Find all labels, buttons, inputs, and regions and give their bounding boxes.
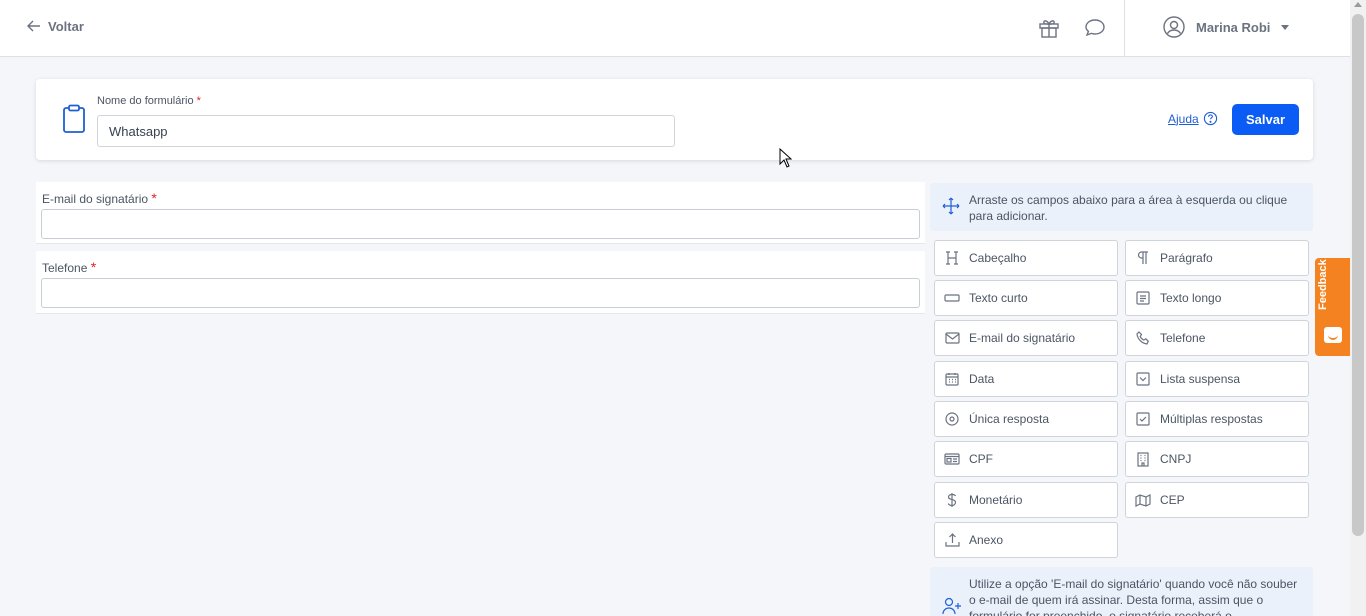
phone-icon (1126, 331, 1160, 345)
arrow-left-icon (27, 20, 40, 32)
form-name-label: Nome do formulário * (97, 95, 201, 107)
palette-item-long-text[interactable]: Texto longo (1125, 280, 1309, 316)
palette-item-signer-email[interactable]: E-mail do signatário (934, 320, 1118, 356)
required-marker: * (90, 259, 97, 275)
form-header-card: Nome do formulário * Ajuda Salvar (36, 79, 1313, 160)
back-button[interactable]: Voltar (26, 18, 84, 34)
palette-item-paragraph[interactable]: Parágrafo (1125, 240, 1309, 276)
header-divider (1124, 0, 1125, 57)
required-marker: * (196, 95, 201, 107)
palette-item-cep[interactable]: CEP (1125, 482, 1309, 518)
upload-icon (935, 533, 969, 547)
add-user-icon (942, 597, 961, 615)
palette-item-attachment[interactable]: Anexo (934, 522, 1118, 558)
long-text-icon (1126, 291, 1160, 305)
smiley-icon (1324, 327, 1342, 343)
scrollbar-thumb[interactable] (1352, 14, 1364, 536)
palette-item-short-text[interactable]: Texto curto (934, 280, 1118, 316)
form-drop-area[interactable]: E-mail do signatário * Telefone * (36, 182, 925, 616)
feedback-tab[interactable]: Feedback (1315, 258, 1350, 356)
palette-item-cpf[interactable]: CPF (934, 441, 1118, 477)
note-text: Utilize a opção 'E-mail do signatário' q… (969, 577, 1298, 616)
user-menu[interactable]: Marina Robi (1162, 15, 1290, 39)
phone-field-input[interactable] (41, 278, 920, 308)
required-marker: * (151, 190, 157, 206)
back-label: Voltar (48, 18, 84, 34)
gift-button[interactable] (1036, 15, 1062, 41)
clipboard-icon (63, 104, 85, 133)
dollar-icon (935, 492, 969, 508)
palette-item-multiple-answers[interactable]: Múltiplas respostas (1125, 401, 1309, 437)
radio-icon (935, 412, 969, 426)
palette-item-phone[interactable]: Telefone (1125, 320, 1309, 356)
dropdown-icon (1126, 372, 1160, 386)
question-circle-icon (1203, 111, 1217, 126)
checkbox-icon (1126, 412, 1160, 426)
user-name: Marina Robi (1196, 19, 1271, 35)
gift-icon (1039, 20, 1059, 38)
palette-item-dropdown[interactable]: Lista suspensa (1125, 361, 1309, 397)
form-field-phone[interactable]: Telefone * (36, 251, 925, 314)
scroll-up-arrow[interactable] (1354, 2, 1362, 7)
top-bar: Voltar Marina Robi (0, 0, 1350, 57)
instructions-text: Arraste os campos abaixo para a área à e… (969, 193, 1288, 223)
user-avatar-icon (1163, 16, 1185, 38)
mouse-cursor-icon (779, 148, 792, 168)
form-name-input[interactable] (97, 115, 675, 147)
palette-item-cnpj[interactable]: CNPJ (1125, 441, 1309, 477)
envelope-icon (935, 332, 969, 344)
palette-instructions: Arraste os campos abaixo para a área à e… (930, 183, 1313, 231)
caret-down-icon (1281, 25, 1290, 30)
id-card-icon (935, 453, 969, 465)
form-field-email[interactable]: E-mail do signatário * (36, 182, 925, 244)
chat-bubble-icon (1085, 19, 1105, 37)
feedback-label: Feedback (1317, 259, 1329, 310)
palette-item-date[interactable]: Data (934, 361, 1118, 397)
palette-item-monetary[interactable]: Monetário (934, 482, 1118, 518)
save-button[interactable]: Salvar (1232, 104, 1299, 135)
help-label: Ajuda (1168, 111, 1199, 126)
palette-item-heading[interactable]: Cabeçalho (934, 240, 1118, 276)
move-arrows-icon (942, 197, 960, 215)
field-label: Telefone * (42, 259, 97, 275)
email-field-input[interactable] (41, 209, 920, 239)
chat-button[interactable] (1082, 15, 1108, 41)
heading-icon (935, 251, 969, 265)
paragraph-icon (1126, 251, 1160, 265)
calendar-icon (935, 372, 969, 386)
field-label: E-mail do signatário * (42, 190, 157, 206)
signer-email-note: Utilize a opção 'E-mail do signatário' q… (930, 567, 1313, 616)
map-icon (1126, 493, 1160, 507)
palette-item-single-answer[interactable]: Única resposta (934, 401, 1118, 437)
short-text-icon (935, 293, 969, 303)
help-link[interactable]: Ajuda (1168, 111, 1218, 126)
building-icon (1126, 451, 1160, 467)
